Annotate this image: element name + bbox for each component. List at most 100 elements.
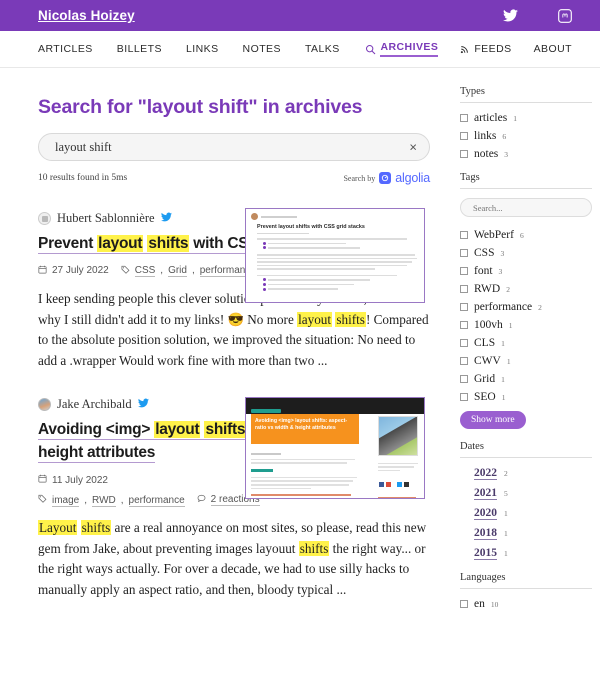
- result-tag[interactable]: CSS: [134, 265, 156, 278]
- facet-item-2022[interactable]: 2022 2: [460, 467, 592, 480]
- facet-label[interactable]: 2018: [474, 527, 497, 540]
- rss-icon: [460, 44, 470, 54]
- facet-label: links: [474, 130, 497, 142]
- nav-item-billets[interactable]: BILLETS: [117, 43, 162, 55]
- search-stats-row: 10 results found in 5ms Search by algoli…: [38, 171, 430, 185]
- twitter-icon[interactable]: [503, 9, 518, 22]
- result-tags-group: image, RWD, performance: [38, 494, 185, 507]
- result-tag[interactable]: performance: [128, 494, 185, 507]
- facet-count: 1: [506, 356, 511, 366]
- search-box[interactable]: ×: [38, 133, 430, 161]
- facet-item-en[interactable]: en 10: [460, 598, 592, 610]
- nav-item-links[interactable]: LINKS: [186, 43, 219, 55]
- algolia-logo-icon: [379, 172, 392, 184]
- facet-count: 1: [513, 113, 517, 123]
- nav-item-articles[interactable]: ARTICLES: [38, 43, 93, 55]
- facet-item-100vh[interactable]: 100vh 1: [460, 319, 592, 331]
- facet-label[interactable]: 2020: [474, 507, 497, 520]
- show-more-button[interactable]: Show more: [460, 411, 526, 429]
- checkbox-icon[interactable]: [460, 114, 468, 122]
- facet-label: SEO: [474, 391, 496, 403]
- algolia-branding: Search by algolia: [343, 171, 430, 185]
- avatar: [38, 397, 51, 411]
- facet-item-2018[interactable]: 2018 1: [460, 527, 592, 540]
- nav-item-feeds[interactable]: FEEDS: [460, 43, 511, 55]
- checkbox-icon[interactable]: [460, 600, 468, 608]
- checkbox-icon[interactable]: [460, 267, 468, 275]
- checkbox-icon[interactable]: [460, 357, 468, 365]
- result-thumbnail[interactable]: Avoiding <img> layout shifts: aspect-rat…: [245, 397, 425, 500]
- search-input[interactable]: [53, 138, 401, 156]
- twitter-icon[interactable]: [137, 395, 149, 413]
- result-excerpt: Layout shifts are a real annoyance on mo…: [38, 520, 427, 597]
- nav-item-feeds-label[interactable]: FEEDS: [474, 43, 511, 55]
- checkbox-icon[interactable]: [460, 321, 468, 329]
- facet-count: 2: [506, 284, 510, 294]
- tag-search-input[interactable]: [471, 201, 581, 214]
- facet-count: 3: [504, 149, 509, 159]
- nav-item-notes[interactable]: NOTES: [243, 43, 281, 55]
- facet-label[interactable]: 2015: [474, 547, 497, 560]
- facet-item-webperf[interactable]: WebPerf 6: [460, 229, 592, 241]
- nav-item-about[interactable]: ABOUT: [534, 43, 572, 55]
- checkbox-icon[interactable]: [460, 393, 468, 401]
- checkbox-icon[interactable]: [460, 150, 468, 158]
- site-title[interactable]: Nicolas Hoizey: [38, 8, 135, 23]
- checkbox-icon[interactable]: [460, 285, 468, 293]
- tag-icon: [38, 494, 47, 506]
- facet-item-font[interactable]: font 3: [460, 265, 592, 277]
- facet-count: 1: [504, 529, 508, 538]
- facet-count: 3: [498, 266, 503, 276]
- checkbox-icon[interactable]: [460, 231, 468, 239]
- facet-item-links[interactable]: links 6: [460, 130, 592, 142]
- facet-count: 3: [500, 248, 505, 258]
- facet-title-tags: Tags: [460, 172, 592, 189]
- result-meta: 27 July 2022 CSS, Grid, performance: [38, 265, 268, 278]
- calendar-icon: [38, 265, 47, 277]
- facet-item-cls[interactable]: CLS 1: [460, 337, 592, 349]
- checkbox-icon[interactable]: [460, 303, 468, 311]
- nav-item-talks[interactable]: TALKS: [305, 43, 340, 55]
- result-tag[interactable]: image: [52, 494, 80, 507]
- nav-item-archives[interactable]: ARCHIVES: [365, 41, 439, 57]
- comment-icon: [197, 494, 206, 506]
- twitter-icon[interactable]: [160, 209, 172, 227]
- facet-item-2021[interactable]: 2021 5: [460, 487, 592, 500]
- facet-label[interactable]: 2022: [474, 467, 497, 480]
- result-thumbnail[interactable]: Prevent layout shifts with CSS grid stac…: [245, 208, 425, 303]
- facet-count: 5: [504, 489, 508, 498]
- thumbnail-preview-2: Avoiding <img> layout shifts: aspect-rat…: [246, 398, 424, 499]
- facet-count: 2: [538, 302, 542, 312]
- result-tag[interactable]: Grid: [168, 265, 187, 278]
- checkbox-icon[interactable]: [460, 132, 468, 140]
- facet-item-2020[interactable]: 2020 1: [460, 507, 592, 520]
- result-tag[interactable]: RWD: [92, 494, 116, 507]
- facet-item-2015[interactable]: 2015 1: [460, 547, 592, 560]
- facet-item-css[interactable]: CSS 3: [460, 247, 592, 259]
- thumbnail-preview-1: Prevent layout shifts with CSS grid stac…: [246, 209, 424, 296]
- facet-label[interactable]: 2021: [474, 487, 497, 500]
- result-date-group: 27 July 2022: [38, 265, 109, 277]
- checkbox-icon[interactable]: [460, 339, 468, 347]
- facet-item-seo[interactable]: SEO 1: [460, 391, 592, 403]
- nav-item-archives-label[interactable]: ARCHIVES: [380, 41, 439, 57]
- facet-label: Grid: [474, 373, 496, 385]
- nav-left-group: ARTICLES BILLETS LINKS NOTES TALKS: [38, 43, 340, 55]
- tag-search-box[interactable]: [460, 198, 592, 217]
- clear-search-icon[interactable]: ×: [407, 139, 419, 156]
- facet-list-types: articles 1 links 6 notes 3: [460, 112, 592, 160]
- mastodon-icon[interactable]: [558, 8, 572, 23]
- facet-item-notes[interactable]: notes 3: [460, 148, 592, 160]
- facet-item-cwv[interactable]: CWV 1: [460, 355, 592, 367]
- facet-title-types: Types: [460, 86, 592, 103]
- checkbox-icon[interactable]: [460, 375, 468, 383]
- facet-item-articles[interactable]: articles 1: [460, 112, 592, 124]
- thumbnail-title: Prevent layout shifts with CSS grid stac…: [257, 224, 365, 230]
- facet-item-grid[interactable]: Grid 1: [460, 373, 592, 385]
- thumbnail-title: Avoiding <img> layout shifts: aspect-rat…: [251, 414, 359, 445]
- facet-item-performance[interactable]: performance 2: [460, 301, 592, 313]
- facet-item-rwd[interactable]: RWD 2: [460, 283, 592, 295]
- nav-right-group: ARCHIVES FEEDS ABOUT: [365, 41, 572, 57]
- main-navigation: ARTICLES BILLETS LINKS NOTES TALKS ARCHI…: [0, 31, 600, 68]
- checkbox-icon[interactable]: [460, 249, 468, 257]
